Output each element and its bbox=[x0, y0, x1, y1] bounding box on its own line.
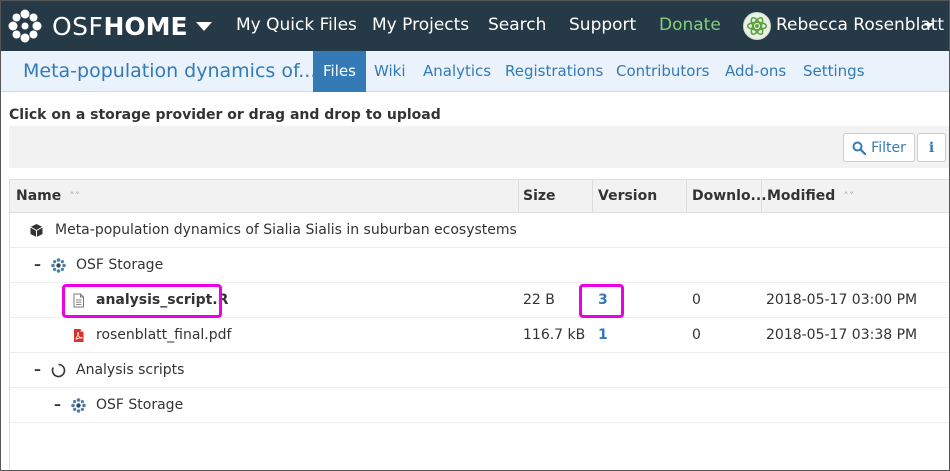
column-header-name[interactable]: Name ˄˅ bbox=[16, 180, 80, 213]
filter-button[interactable]: Filter bbox=[843, 133, 915, 162]
nav-donate[interactable]: Donate bbox=[659, 15, 721, 35]
project-title[interactable]: Meta-population dynamics of... bbox=[23, 60, 316, 82]
tab-add-ons[interactable]: Add-ons bbox=[725, 51, 786, 92]
row-name[interactable]: rosenblatt_final.pdf bbox=[96, 318, 231, 353]
tab-analytics[interactable]: Analytics bbox=[423, 51, 491, 92]
column-divider bbox=[686, 180, 687, 213]
row-modified: 2018-05-17 03:38 PM bbox=[766, 327, 918, 343]
tab-contributors[interactable]: Contributors bbox=[616, 51, 709, 92]
row-name: OSF Storage bbox=[76, 257, 164, 273]
info-button[interactable]: i bbox=[917, 133, 946, 162]
nav-my-quick-files[interactable]: My Quick Files bbox=[236, 15, 357, 35]
column-header-downloads: Downlo... bbox=[692, 188, 767, 204]
collapse-toggle-icon[interactable]: – bbox=[34, 353, 41, 388]
tab-wiki[interactable]: Wiki bbox=[374, 51, 406, 92]
column-name-label: Name bbox=[16, 188, 62, 204]
column-divider bbox=[518, 180, 519, 213]
sort-arrows-icon[interactable]: ˄˅ bbox=[843, 181, 854, 213]
column-modified-label: Modified bbox=[767, 188, 836, 204]
osf-storage-icon bbox=[71, 398, 86, 413]
row-size: 116.7 kB bbox=[523, 327, 586, 343]
row-downloads: 0 bbox=[692, 292, 701, 308]
pdf-icon bbox=[74, 329, 84, 342]
table-row[interactable]: – Analysis scripts bbox=[10, 353, 949, 388]
tab-settings[interactable]: Settings bbox=[803, 51, 865, 92]
cube-icon bbox=[30, 224, 43, 237]
sort-arrows-icon[interactable]: ˄˅ bbox=[69, 181, 80, 213]
file-toolbar: Filter i bbox=[9, 126, 949, 168]
osf-home-brand[interactable]: OSF HOME bbox=[8, 9, 212, 43]
row-version-link[interactable]: 1 bbox=[598, 318, 608, 353]
upload-instruction: Click on a storage provider or drag and … bbox=[9, 107, 441, 123]
screenshot-frame: OSF HOME My Quick Files My Projects Searc… bbox=[0, 0, 950, 471]
grid-header: Name ˄˅ Size Version Downlo... Modified ˄˅ bbox=[10, 180, 949, 213]
osf-storage-icon bbox=[51, 258, 66, 273]
search-icon bbox=[852, 141, 867, 155]
row-name: Analysis scripts bbox=[76, 362, 185, 378]
table-row[interactable]: Meta-population dynamics of Sialia Siali… bbox=[10, 213, 949, 248]
project-subnav: Meta-population dynamics of... Files Wik… bbox=[1, 51, 949, 92]
user-menu-name[interactable]: Rebecca Rosenblatt bbox=[776, 15, 944, 35]
collapse-toggle-icon[interactable]: – bbox=[54, 388, 61, 423]
column-header-version: Version bbox=[598, 188, 658, 204]
column-header-modified[interactable]: Modified ˄˅ bbox=[767, 180, 854, 213]
tab-registrations[interactable]: Registrations bbox=[505, 51, 603, 92]
highlight-version bbox=[579, 284, 624, 318]
highlight-file-name bbox=[62, 284, 222, 318]
osf-logo-icon bbox=[8, 9, 42, 43]
component-icon bbox=[51, 363, 66, 378]
table-row[interactable]: rosenblatt_final.pdf 116.7 kB 1 0 2018-0… bbox=[10, 318, 949, 353]
column-divider bbox=[592, 180, 593, 213]
nav-my-projects[interactable]: My Projects bbox=[372, 15, 469, 35]
nav-support[interactable]: Support bbox=[569, 15, 636, 35]
filter-label: Filter bbox=[871, 139, 906, 156]
brand-osf-text: OSF bbox=[52, 11, 104, 41]
row-modified: 2018-05-17 03:00 PM bbox=[766, 292, 918, 308]
avatar[interactable] bbox=[743, 12, 771, 40]
column-header-size: Size bbox=[523, 188, 556, 204]
tab-files[interactable]: Files bbox=[313, 51, 366, 92]
info-icon: i bbox=[928, 139, 935, 156]
collapse-toggle-icon[interactable]: – bbox=[34, 248, 41, 283]
user-menu-caret-icon[interactable] bbox=[924, 23, 934, 28]
brand-home-text: HOME bbox=[103, 11, 188, 41]
table-row[interactable]: – OSF Storage bbox=[10, 248, 949, 283]
row-downloads: 0 bbox=[692, 327, 701, 343]
table-row[interactable]: – OSF Storage bbox=[10, 388, 949, 423]
row-size: 22 B bbox=[523, 292, 555, 308]
column-divider bbox=[761, 180, 762, 213]
top-navbar: OSF HOME My Quick Files My Projects Searc… bbox=[1, 1, 949, 51]
chevron-down-icon bbox=[195, 21, 212, 31]
row-name: Meta-population dynamics of Sialia Siali… bbox=[55, 222, 517, 238]
file-tree-grid: Name ˄˅ Size Version Downlo... Modified ˄˅… bbox=[9, 179, 949, 470]
nav-search[interactable]: Search bbox=[488, 15, 546, 35]
row-name: OSF Storage bbox=[96, 397, 184, 413]
